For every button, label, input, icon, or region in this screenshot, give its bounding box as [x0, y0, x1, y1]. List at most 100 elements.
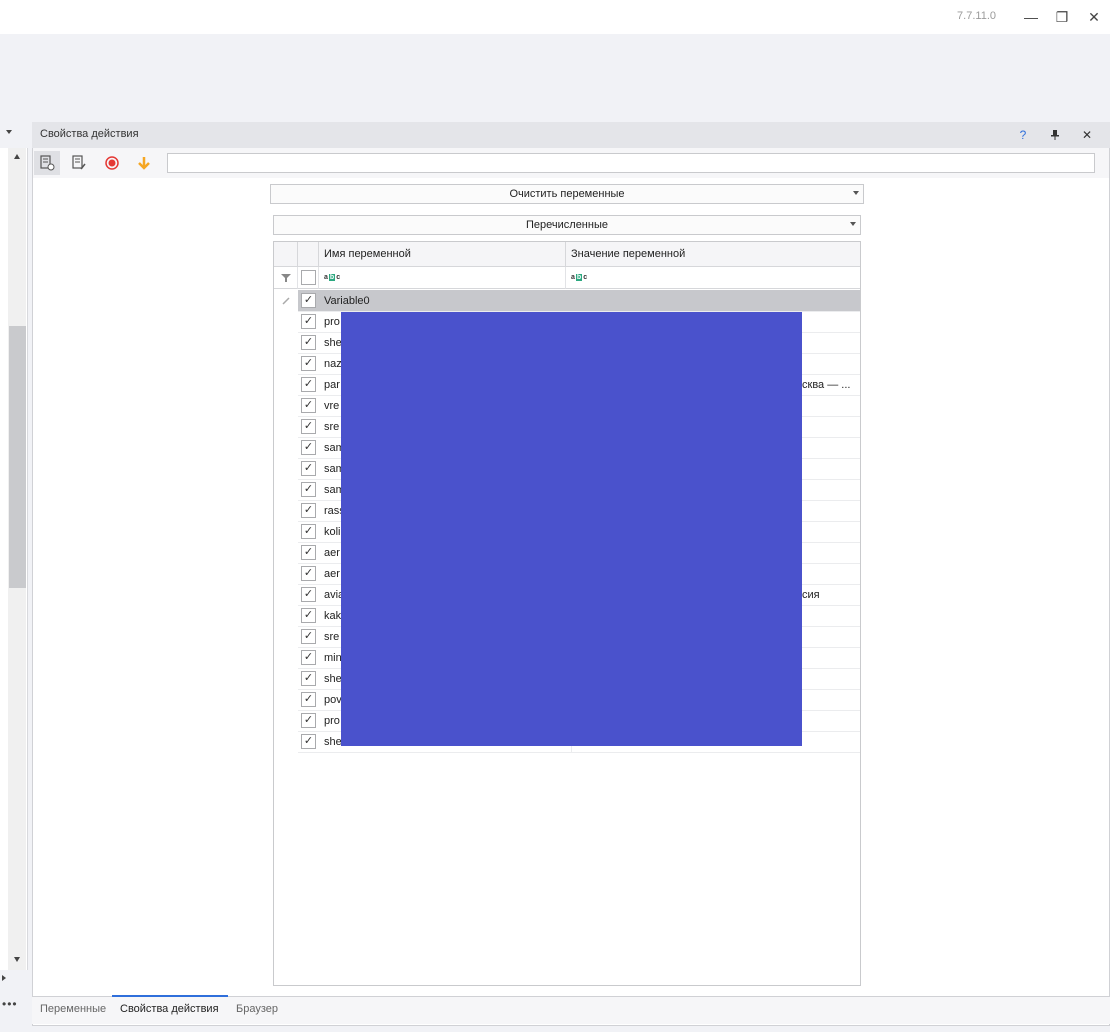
- row-checkbox[interactable]: ✓: [301, 566, 316, 581]
- row-checkbox[interactable]: ✓: [301, 293, 316, 308]
- download-button[interactable]: [131, 151, 157, 175]
- row-check-cell[interactable]: ✓: [298, 437, 319, 459]
- row-check-cell[interactable]: ✓: [298, 626, 319, 648]
- action-select[interactable]: Очистить переменные: [270, 184, 864, 204]
- help-button[interactable]: ?: [1013, 125, 1033, 145]
- filter-value-cell[interactable]: abc: [566, 267, 860, 289]
- filter-checkbox[interactable]: [300, 270, 316, 285]
- record-icon: [105, 156, 119, 170]
- row-checkbox[interactable]: ✓: [301, 671, 316, 686]
- row-check-cell[interactable]: ✓: [298, 731, 319, 753]
- row-indicator: [274, 290, 298, 312]
- row-check-cell[interactable]: ✓: [298, 458, 319, 480]
- row-check-cell[interactable]: ✓: [298, 668, 319, 690]
- row-check-cell[interactable]: ✓: [298, 479, 319, 501]
- row-checkbox[interactable]: ✓: [301, 482, 316, 497]
- row-check-cell[interactable]: ✓: [298, 290, 319, 312]
- row-indicator: [274, 416, 298, 437]
- chevron-down-icon: [850, 222, 856, 226]
- pin-icon: [1051, 130, 1059, 140]
- filter-icon: [280, 273, 291, 282]
- properties-button[interactable]: [34, 151, 60, 175]
- row-check-cell[interactable]: ✓: [298, 710, 319, 732]
- expand-icon[interactable]: [2, 975, 6, 981]
- row-check-cell[interactable]: ✓: [298, 311, 319, 333]
- mode-select-value: Перечисленные: [526, 219, 608, 231]
- close-button[interactable]: ✕: [1083, 6, 1105, 28]
- table-row[interactable]: ✓ Variable0: [274, 290, 860, 312]
- redaction-overlay: [341, 312, 802, 746]
- row-checkbox[interactable]: ✓: [301, 587, 316, 602]
- row-indicator: [274, 668, 298, 689]
- row-checkbox[interactable]: ✓: [301, 545, 316, 560]
- scroll-down-icon[interactable]: [14, 957, 20, 962]
- grid-header-check: [298, 242, 319, 267]
- row-checkbox[interactable]: ✓: [301, 314, 316, 329]
- row-check-cell[interactable]: ✓: [298, 647, 319, 669]
- row-check-cell[interactable]: ✓: [298, 500, 319, 522]
- scroll-up-icon[interactable]: [14, 154, 20, 159]
- row-check-cell[interactable]: ✓: [298, 521, 319, 543]
- row-check-cell[interactable]: ✓: [298, 395, 319, 417]
- row-checkbox[interactable]: ✓: [301, 335, 316, 350]
- chevron-down-icon: [853, 191, 859, 195]
- row-checkbox[interactable]: ✓: [301, 524, 316, 539]
- row-indicator: [274, 374, 298, 395]
- row-check-cell[interactable]: ✓: [298, 689, 319, 711]
- column-header-name[interactable]: Имя переменной: [319, 242, 566, 267]
- row-indicator: [274, 458, 298, 479]
- panel-title: Свойства действия: [40, 128, 139, 140]
- column-header-value[interactable]: Значение переменной: [566, 242, 860, 267]
- left-scroll-thumb[interactable]: [9, 326, 26, 588]
- variable-name-cell[interactable]: Variable0: [319, 290, 572, 312]
- row-checkbox[interactable]: ✓: [301, 734, 316, 749]
- row-check-cell[interactable]: ✓: [298, 374, 319, 396]
- restore-button[interactable]: ❐: [1051, 6, 1073, 28]
- row-checkbox[interactable]: ✓: [301, 713, 316, 728]
- row-checkbox[interactable]: ✓: [301, 377, 316, 392]
- pin-button[interactable]: [1045, 125, 1065, 145]
- mode-select[interactable]: Перечисленные: [273, 215, 861, 235]
- panel-header: [32, 122, 1110, 148]
- row-indicator: [274, 563, 298, 584]
- filter-name-cell[interactable]: abc: [319, 267, 566, 289]
- toolbar-search-input[interactable]: [167, 153, 1095, 173]
- download-arrow-icon: [138, 157, 150, 170]
- panel-close-button[interactable]: ✕: [1077, 125, 1097, 145]
- record-button[interactable]: [99, 151, 125, 175]
- row-checkbox[interactable]: ✓: [301, 419, 316, 434]
- tab-action-properties[interactable]: Свойства действия: [120, 1003, 219, 1015]
- row-checkbox[interactable]: ✓: [301, 692, 316, 707]
- tab-variables[interactable]: Переменные: [40, 1003, 106, 1015]
- row-check-cell[interactable]: ✓: [298, 584, 319, 606]
- row-indicator: [274, 311, 298, 332]
- filter-check-cell[interactable]: [298, 267, 319, 289]
- row-check-cell[interactable]: ✓: [298, 353, 319, 375]
- row-check-cell[interactable]: ✓: [298, 542, 319, 564]
- row-indicator: [274, 479, 298, 500]
- minimize-button[interactable]: —: [1020, 6, 1042, 28]
- row-checkbox[interactable]: ✓: [301, 629, 316, 644]
- left-panel-dropdown-icon[interactable]: [6, 130, 12, 134]
- row-check-cell[interactable]: ✓: [298, 563, 319, 585]
- row-checkbox[interactable]: ✓: [301, 608, 316, 623]
- row-check-cell[interactable]: ✓: [298, 605, 319, 627]
- row-checkbox[interactable]: ✓: [301, 650, 316, 665]
- variable-value-cell[interactable]: [566, 290, 860, 312]
- row-indicator: [274, 689, 298, 710]
- row-indicator: [274, 437, 298, 458]
- column-header-name-label: Имя переменной: [324, 248, 411, 260]
- more-icon[interactable]: •••: [2, 997, 18, 1011]
- text-filter-icon: abc: [571, 274, 588, 281]
- row-checkbox[interactable]: ✓: [301, 461, 316, 476]
- row-indicator: [274, 605, 298, 626]
- row-check-cell[interactable]: ✓: [298, 416, 319, 438]
- row-checkbox[interactable]: ✓: [301, 503, 316, 518]
- row-checkbox[interactable]: ✓: [301, 398, 316, 413]
- row-checkbox[interactable]: ✓: [301, 356, 316, 371]
- row-check-cell[interactable]: ✓: [298, 332, 319, 354]
- column-header-value-label: Значение переменной: [571, 248, 686, 260]
- edit-notes-button[interactable]: [66, 151, 92, 175]
- tab-browser[interactable]: Браузер: [236, 1003, 278, 1015]
- row-checkbox[interactable]: ✓: [301, 440, 316, 455]
